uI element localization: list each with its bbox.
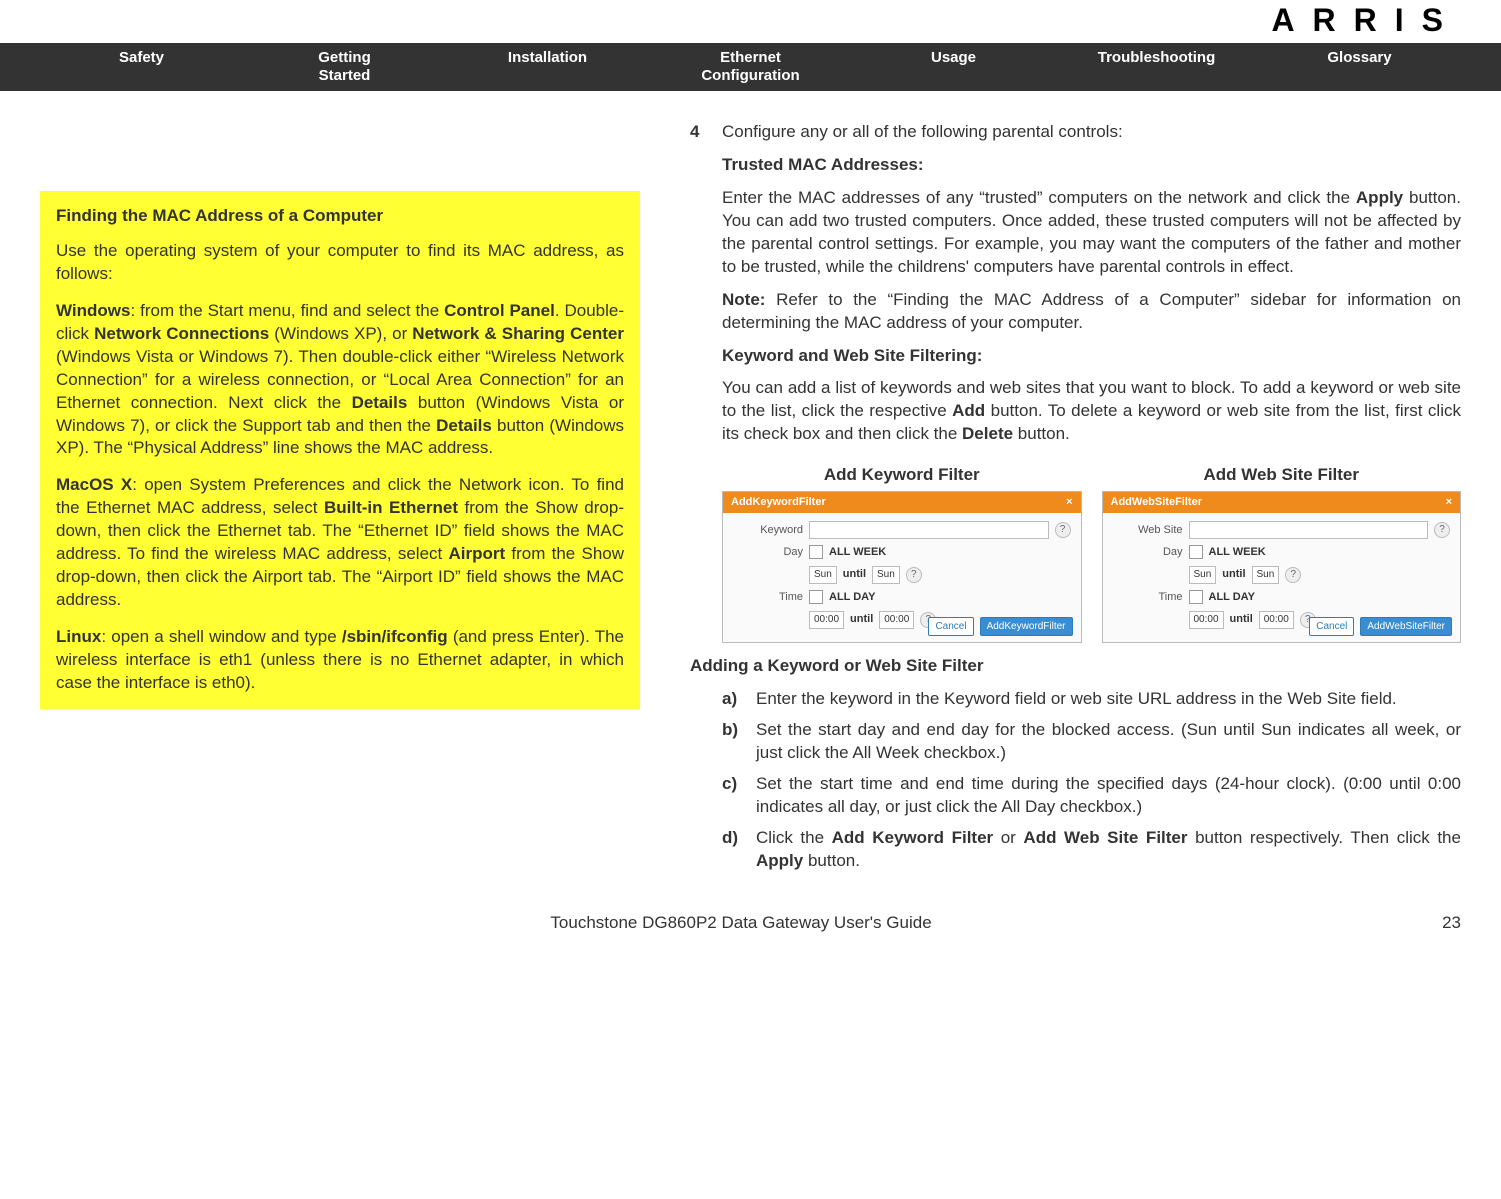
help-icon[interactable]: ?: [1055, 522, 1071, 538]
day-label: Day: [1113, 545, 1183, 560]
all-day-checkbox[interactable]: [809, 590, 823, 604]
step-b-text: Set the start day and end day for the bl…: [756, 719, 1461, 765]
time-label: Time: [733, 590, 803, 605]
sidebar-mac-address: Finding the MAC Address of a Computer Us…: [40, 191, 640, 709]
figure-2-caption: Add Web Site Filter: [1102, 464, 1462, 487]
trusted-text: Enter the MAC addresses of any “trusted”…: [722, 187, 1461, 279]
sidebar-title: Finding the MAC Address of a Computer: [56, 205, 624, 228]
page-number: 23: [1442, 913, 1461, 933]
nav-safety[interactable]: Safety: [40, 49, 243, 85]
trusted-heading: Trusted MAC Addresses:: [722, 154, 1461, 177]
step-a-text: Enter the keyword in the Keyword field o…: [756, 688, 1397, 711]
all-week-label: ALL WEEK: [829, 545, 886, 560]
sidebar-windows: Windows: from the Start menu, find and s…: [56, 300, 624, 461]
step-c-label: c): [722, 773, 746, 819]
close-icon[interactable]: ×: [1446, 495, 1452, 510]
day-end-select[interactable]: Sun: [1252, 566, 1280, 584]
day-start-select[interactable]: Sun: [1189, 566, 1217, 584]
day-label: Day: [733, 545, 803, 560]
add-keyword-filter-button[interactable]: AddKeywordFilter: [980, 617, 1073, 637]
nav-troubleshooting[interactable]: Troubleshooting: [1055, 49, 1258, 85]
step-d-label: d): [722, 827, 746, 873]
all-day-label: ALL DAY: [829, 590, 875, 605]
add-website-filter-button[interactable]: AddWebSiteFilter: [1360, 617, 1452, 637]
nav-usage[interactable]: Usage: [852, 49, 1055, 85]
close-icon[interactable]: ×: [1066, 495, 1072, 510]
time-end-select[interactable]: 00:00: [879, 611, 914, 629]
add-website-dialog: AddWebSiteFilter × Web Site ? Day ALL WE…: [1102, 491, 1462, 643]
keyword-text: You can add a list of keywords and web s…: [722, 377, 1461, 446]
figure-1-caption: Add Keyword Filter: [722, 464, 1082, 487]
main-content: 4 Configure any or all of the following …: [690, 121, 1461, 881]
website-input[interactable]: [1189, 521, 1429, 539]
day-end-select[interactable]: Sun: [872, 566, 900, 584]
dialog1-title: AddKeywordFilter: [731, 495, 826, 510]
nav-ethernet-config[interactable]: Ethernet Configuration: [649, 49, 852, 85]
cancel-button[interactable]: Cancel: [928, 617, 973, 637]
nav-getting-started[interactable]: Getting Started: [243, 49, 446, 85]
step-b-label: b): [722, 719, 746, 765]
all-week-checkbox[interactable]: [1189, 545, 1203, 559]
time-label: Time: [1113, 590, 1183, 605]
time-end-select[interactable]: 00:00: [1259, 611, 1294, 629]
keyword-heading: Keyword and Web Site Filtering:: [722, 345, 1461, 368]
page-footer: Touchstone DG860P2 Data Gateway User's G…: [0, 901, 1501, 963]
footer-title: Touchstone DG860P2 Data Gateway User's G…: [40, 913, 1442, 933]
main-nav: Safety Getting Started Installation Ethe…: [0, 43, 1501, 91]
add-keyword-dialog: AddKeywordFilter × Keyword ? Day ALL WEE…: [722, 491, 1082, 643]
step-4-number: 4: [690, 121, 710, 456]
help-icon[interactable]: ?: [1434, 522, 1450, 538]
keyword-input[interactable]: [809, 521, 1049, 539]
note-text: Note: Refer to the “Finding the MAC Addr…: [722, 289, 1461, 335]
all-day-label: ALL DAY: [1209, 590, 1255, 605]
step-a-label: a): [722, 688, 746, 711]
cancel-button[interactable]: Cancel: [1309, 617, 1354, 637]
step-c-text: Set the start time and end time during t…: [756, 773, 1461, 819]
time-start-select[interactable]: 00:00: [809, 611, 844, 629]
time-start-select[interactable]: 00:00: [1189, 611, 1224, 629]
all-week-checkbox[interactable]: [809, 545, 823, 559]
nav-installation[interactable]: Installation: [446, 49, 649, 85]
day-start-select[interactable]: Sun: [809, 566, 837, 584]
sidebar-intro: Use the operating system of your compute…: [56, 240, 624, 286]
all-day-checkbox[interactable]: [1189, 590, 1203, 604]
sidebar-linux: Linux: open a shell window and type /sbi…: [56, 626, 624, 695]
adding-heading: Adding a Keyword or Web Site Filter: [690, 655, 1461, 678]
brand-logo: ARRIS: [0, 0, 1501, 43]
website-label: Web Site: [1113, 523, 1183, 538]
nav-glossary[interactable]: Glossary: [1258, 49, 1461, 85]
all-week-label: ALL WEEK: [1209, 545, 1266, 560]
help-icon[interactable]: ?: [906, 567, 922, 583]
step-4-text: Configure any or all of the following pa…: [722, 121, 1461, 144]
dialog2-title: AddWebSiteFilter: [1111, 495, 1202, 510]
step-d-text: Click the Add Keyword Filter or Add Web …: [756, 827, 1461, 873]
sidebar-macos: MacOS X: open System Preferences and cli…: [56, 474, 624, 612]
help-icon[interactable]: ?: [1285, 567, 1301, 583]
keyword-label: Keyword: [733, 523, 803, 538]
